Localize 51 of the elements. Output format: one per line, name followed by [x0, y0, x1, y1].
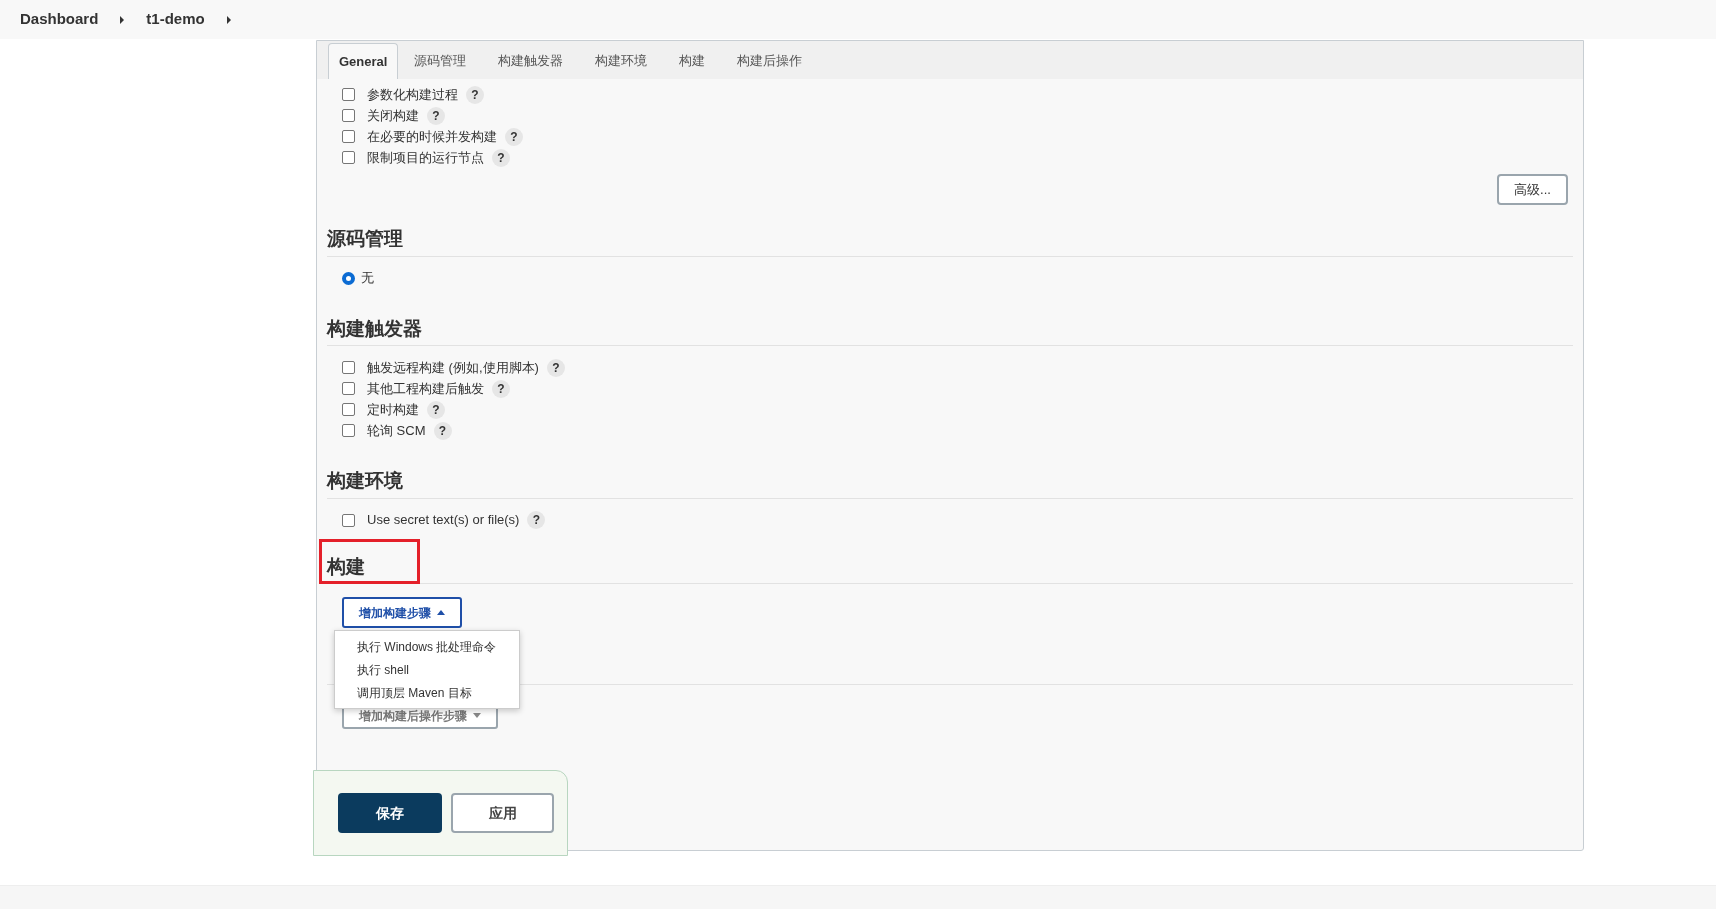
option-label: 无	[361, 269, 374, 288]
checkbox[interactable]	[342, 513, 355, 527]
checkbox[interactable]	[342, 88, 355, 101]
caret-down-icon	[473, 713, 481, 718]
option-label: 定时构建	[367, 400, 419, 419]
section-heading: 构建触发器	[327, 316, 422, 341]
advanced-button[interactable]: 高级...	[1497, 174, 1568, 205]
option-label: 触发远程构建 (例如,使用脚本)	[367, 358, 539, 377]
checkbox[interactable]	[342, 403, 355, 416]
option-label: 关闭构建	[367, 106, 419, 125]
menu-item[interactable]: 执行 shell	[335, 658, 519, 681]
help-button[interactable]: ?	[492, 148, 510, 167]
checkbox[interactable]	[342, 361, 355, 374]
apply-button[interactable]: 应用	[451, 793, 554, 833]
help-button[interactable]: ?	[427, 400, 445, 419]
option-label: 参数化构建过程	[367, 85, 458, 104]
help-button[interactable]: ?	[433, 421, 452, 440]
tab[interactable]: General	[328, 43, 399, 79]
checkbox[interactable]	[342, 151, 355, 164]
tab[interactable]: 构建环境	[579, 43, 664, 79]
tab[interactable]: 构建后操作	[721, 43, 819, 79]
help-button[interactable]: ?	[505, 127, 523, 146]
chevron-icon[interactable]	[226, 15, 231, 24]
chevron-icon[interactable]	[120, 15, 125, 24]
section-heading: 构建环境	[327, 469, 403, 493]
section-heading: 源码管理	[327, 227, 403, 251]
option-label: 在必要的时候并发构建	[367, 127, 497, 146]
tab[interactable]: 构建触发器	[482, 43, 580, 79]
option-label: 轮询 SCM	[367, 421, 426, 440]
breadcrumb-link[interactable]: t1-demo	[146, 8, 205, 31]
tab[interactable]: 源码管理	[398, 43, 483, 79]
breadcrumb-link[interactable]: Dashboard	[20, 8, 99, 31]
section-heading: 构建	[327, 554, 365, 579]
checkbox[interactable]	[342, 109, 355, 122]
help-button[interactable]: ?	[527, 511, 546, 529]
radio-button[interactable]	[342, 271, 355, 285]
help-button[interactable]: ?	[492, 379, 510, 398]
help-button[interactable]: ?	[466, 85, 484, 104]
option-label: 限制项目的运行节点	[367, 148, 484, 167]
option-label: 其他工程构建后触发	[367, 379, 484, 398]
menu-item[interactable]: 执行 Windows 批处理命令	[335, 635, 519, 658]
option-label: Use secret text(s) or file(s)	[367, 511, 520, 530]
menu-item[interactable]: 调用顶层 Maven 目标	[335, 681, 519, 704]
checkbox[interactable]	[342, 424, 355, 437]
add-build-step-button[interactable]: 增加构建步骤	[342, 597, 462, 628]
checkbox[interactable]	[342, 130, 355, 143]
help-button[interactable]: ?	[427, 106, 445, 125]
tab[interactable]: 构建	[663, 43, 722, 79]
checkbox[interactable]	[342, 382, 355, 395]
help-button[interactable]: ?	[546, 358, 565, 377]
save-button[interactable]: 保存	[338, 793, 442, 833]
